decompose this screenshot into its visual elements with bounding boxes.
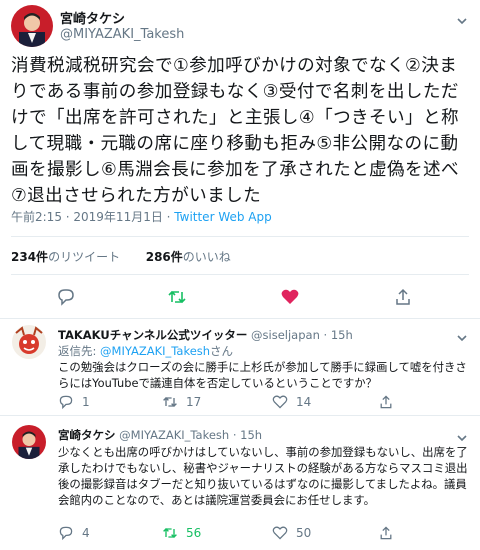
reply-author-name[interactable]: TAKAKUチャンネル公式ツイッター — [58, 328, 247, 342]
tweet-source[interactable]: Twitter Web App — [174, 210, 271, 224]
retweet-icon — [168, 290, 186, 304]
divider — [11, 274, 469, 275]
reply-avatar[interactable] — [12, 425, 46, 459]
retweet-stat-label: のリツイート — [48, 250, 121, 264]
author-handle[interactable]: @MIYAZAKI_Takesh — [60, 27, 184, 42]
like-count: 14 — [296, 395, 312, 409]
share-icon — [380, 395, 392, 409]
reply-text: この勉強会はクローズの会に勝手に上杉氏が参加して勝手に録画して嘘を付きさらにはY… — [58, 360, 467, 390]
replying-to-prefix: 返信先: — [58, 344, 97, 358]
reply-icon — [58, 289, 74, 306]
share-icon — [396, 288, 410, 305]
reply-avatar[interactable] — [12, 325, 46, 359]
heart-icon — [272, 395, 288, 409]
reply-author-name[interactable]: 宮崎タケシ — [58, 428, 116, 442]
retweet-count: 17 — [186, 395, 202, 409]
retweet-button[interactable] — [167, 287, 187, 307]
tweet-timestamp[interactable]: 午前2:15 · 2019年11月1日 · — [11, 210, 174, 224]
reply-icon — [59, 526, 73, 541]
reply-header: 宮崎タケシ @MIYAZAKI_Takesh · 15h — [58, 428, 263, 442]
retweet-button[interactable]: 56 — [162, 525, 201, 541]
divider — [11, 236, 469, 237]
retweet-button[interactable]: 17 — [162, 394, 201, 410]
reply-count: 1 — [82, 395, 90, 409]
retweet-count: 56 — [186, 526, 202, 540]
share-button[interactable] — [393, 287, 413, 307]
chevron-down-icon[interactable] — [456, 329, 468, 342]
share-button[interactable] — [378, 525, 402, 541]
replying-to: 返信先: @MIYAZAKI_Takeshさん — [58, 343, 233, 359]
reply-author-handle[interactable]: @MIYAZAKI_Takesh — [119, 428, 229, 442]
replying-to-handle[interactable]: @MIYAZAKI_Takesh — [100, 344, 210, 358]
tweet-text: 消費税減税研究会で①参加呼びかけの対象でなく②決まりである事前の参加登録もなく③… — [11, 56, 460, 206]
retweet-icon — [163, 528, 177, 538]
heart-icon — [272, 526, 288, 540]
share-icon — [380, 526, 392, 540]
reply-header: TAKAKUチャンネル公式ツイッター @siseljapan · 15h — [58, 328, 353, 342]
chevron-down-icon[interactable] — [456, 12, 468, 25]
reply-author-handle[interactable]: @siseljapan — [251, 328, 320, 342]
share-button[interactable] — [378, 394, 402, 410]
like-button[interactable]: 14 — [272, 394, 311, 410]
reply-time[interactable]: 15h — [240, 428, 262, 442]
like-count: 50 — [296, 526, 312, 540]
reply-icon — [59, 395, 73, 410]
retweet-icon — [163, 397, 177, 407]
reply-count: 4 — [82, 526, 90, 540]
like-stat[interactable]: 286件のいいね — [146, 250, 231, 264]
like-button[interactable] — [280, 287, 300, 307]
reply-button[interactable] — [56, 287, 76, 307]
retweet-stat-count: 234件 — [11, 250, 49, 264]
like-stat-count: 286件 — [145, 250, 183, 264]
tweet-stats: 234件のリツイート 286件のいいね — [11, 248, 231, 265]
reply-button[interactable]: 1 — [58, 394, 90, 410]
reply-time[interactable]: 15h — [331, 328, 353, 342]
author-name[interactable]: 宮崎タケシ — [60, 8, 125, 27]
like-button[interactable]: 50 — [272, 525, 311, 541]
main-tweet: 宮崎タケシ @MIYAZAKI_Takesh 消費税減税研究会で①参加呼びかけの… — [0, 0, 480, 319]
reply-text: 少なくとも出席の呼びかけはしていないし、事前の参加登録もないし、出席を了承したわ… — [58, 445, 468, 507]
reply-tweet[interactable]: 宮崎タケシ @MIYAZAKI_Takesh · 15h 少なくとも出席の呼びか… — [0, 417, 480, 550]
reply-button[interactable]: 4 — [58, 525, 90, 541]
author-avatar[interactable] — [11, 5, 53, 47]
heart-icon — [281, 289, 299, 304]
tweet-page: 宮崎タケシ @MIYAZAKI_Takesh 消費税減税研究会で①参加呼びかけの… — [0, 0, 480, 550]
chevron-down-icon[interactable] — [456, 429, 468, 442]
replying-to-suffix: さん — [210, 344, 234, 358]
like-stat-label: のいいね — [182, 250, 231, 264]
reply-tweet[interactable]: TAKAKUチャンネル公式ツイッター @siseljapan · 15h 返信先… — [0, 319, 480, 416]
tweet-meta: 午前2:15 · 2019年11月1日 · Twitter Web App — [11, 208, 272, 225]
retweet-stat[interactable]: 234件のリツイート — [11, 250, 120, 264]
